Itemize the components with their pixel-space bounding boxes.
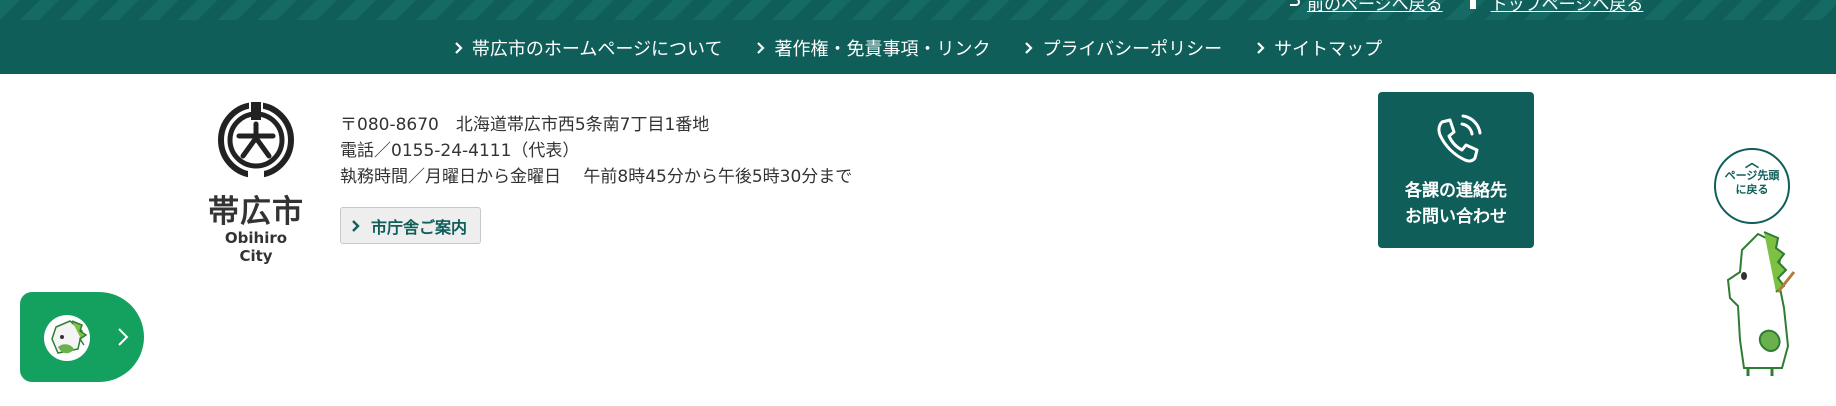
page-top-button[interactable]: ︿ ページ先頭に戻る [1704,148,1804,378]
footer-top-bar: 前のページへ戻る トップページへ戻る 帯広市のホームページについて 著作権・免責… [0,0,1836,74]
address-block: 〒080-8670 北海道帯広市西5条南7丁目1番地 電話／0155-24-41… [340,112,852,190]
postal-address: 〒080-8670 北海道帯広市西5条南7丁目1番地 [340,115,710,135]
contact-button[interactable]: 各課の連絡先 お問い合わせ [1378,92,1534,248]
back-to-top-link[interactable]: トップページへ戻る [1469,0,1644,15]
contact-label-line1: 各課の連絡先 [1405,181,1507,201]
nav-item-copyright[interactable]: 著作権・免責事項・リンク [756,28,990,68]
phone-icon [1437,114,1482,163]
page-top-label: ページ先頭に戻る [1724,169,1780,196]
back-to-previous-label: 前のページへ戻る [1307,0,1443,15]
city-hall-guide-button[interactable]: 市庁舎ご案内 [340,207,481,244]
chevron-right-icon [455,42,463,54]
phone-number: 電話／0155-24-4111（代表） [340,141,580,161]
mascot-face-icon [45,316,89,360]
mascot-avatar [44,315,90,361]
nav-item-label: 帯広市のホームページについて [471,39,723,60]
up-arrow-icon: ︿ [1745,155,1759,171]
back-links: 前のページへ戻る トップページへ戻る [1285,0,1643,15]
contact-label-line2: お問い合わせ [1405,207,1507,227]
nav-item-sitemap[interactable]: サイトマップ [1256,28,1382,68]
city-name-en: Obihiro City [224,229,288,265]
page-top-bubble: ︿ ページ先頭に戻る [1714,148,1790,224]
back-to-top-label: トップページへ戻る [1490,0,1644,15]
chevron-right-icon [352,219,360,232]
office-hours: 執務時間／月曜日から金曜日 午前8時45分から午後5時30分まで [340,167,853,187]
chevron-right-icon [757,42,766,54]
nav-item-privacy[interactable]: プライバシーポリシー [1024,28,1222,68]
home-square-icon [1469,0,1476,9]
city-hall-guide-label: 市庁舎ご案内 [371,217,468,237]
city-logo[interactable]: 帯広市 Obihiro City [206,100,306,265]
nav-item-about-site[interactable]: 帯広市のホームページについて [454,28,723,68]
chat-assistant-button[interactable] [20,292,144,382]
nav-item-label: プライバシーポリシー [1042,39,1223,60]
return-arrow-icon [1290,0,1300,6]
chevron-right-icon [1025,42,1034,54]
mascot-character-icon [1726,231,1796,376]
back-to-previous-link[interactable]: 前のページへ戻る [1285,0,1443,15]
nav-item-label: サイトマップ [1274,39,1383,60]
city-name-ja: 帯広市 [208,194,304,230]
nav-item-label: 著作権・免責事項・リンク [774,39,991,60]
chevron-right-icon [1257,42,1265,54]
city-emblem-icon [218,100,294,180]
footer-nav: 帯広市のホームページについて 著作権・免責事項・リンク プライバシーポリシー サ… [0,28,1836,68]
chevron-right-icon [118,328,129,346]
